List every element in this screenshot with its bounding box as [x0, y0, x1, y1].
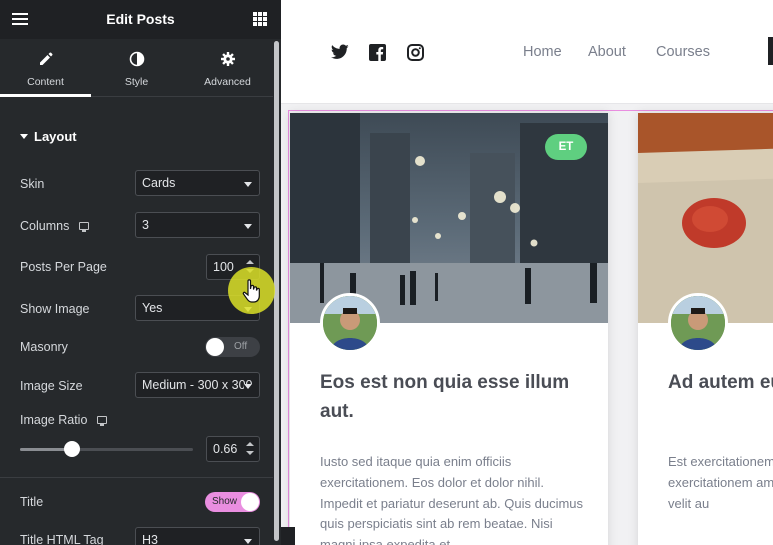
- tab-style[interactable]: Style: [91, 39, 182, 96]
- post-title[interactable]: Eos est non quia esse illum aut.: [320, 368, 590, 426]
- title-html-tag-value: H3: [142, 533, 158, 545]
- apps-grid-icon[interactable]: [253, 12, 267, 26]
- chevron-down-icon: [244, 182, 252, 187]
- divider: [0, 477, 273, 478]
- instagram-icon[interactable]: [407, 44, 424, 61]
- title-toggle-state: Show: [212, 496, 238, 507]
- masonry-toggle-state: Off: [234, 341, 248, 352]
- category-badge[interactable]: ET: [545, 134, 587, 160]
- layout-section-toggle[interactable]: Layout: [20, 129, 77, 144]
- skin-select[interactable]: Cards: [135, 170, 260, 196]
- toggle-knob: [206, 338, 224, 356]
- tab-style-label: Style: [124, 76, 149, 88]
- chevron-down-icon: [244, 224, 252, 229]
- desktop-monitor-icon[interactable]: [79, 222, 90, 232]
- hand-pointer-icon: [242, 279, 260, 303]
- desktop-monitor-icon[interactable]: [97, 416, 108, 426]
- post-title[interactable]: Ad autem eum pariatur.: [668, 368, 773, 397]
- post-thumbnail[interactable]: ET: [290, 113, 608, 323]
- panel-title: Edit Posts: [106, 11, 175, 27]
- columns-label-row: Columns: [20, 219, 90, 233]
- caret-down-icon: [20, 134, 28, 139]
- number-spinner-icon[interactable]: [245, 440, 255, 458]
- image-ratio-value: 0.66: [213, 442, 238, 456]
- post-card[interactable]: Ad autem eum pariatur. Est exercitatione…: [638, 113, 773, 545]
- chevron-down-icon: [244, 539, 252, 544]
- panel-collapse-handle[interactable]: [281, 527, 295, 545]
- sidebar-header: Edit Posts: [0, 0, 281, 39]
- pencil-icon: [0, 51, 91, 69]
- toggle-knob: [241, 493, 259, 511]
- title-toggle[interactable]: Show: [205, 492, 260, 512]
- site-header: Home About Courses: [281, 0, 773, 104]
- nav-about[interactable]: About: [588, 44, 626, 60]
- image-ratio-slider[interactable]: [20, 441, 193, 457]
- nav-home[interactable]: Home: [523, 44, 562, 60]
- columns-label: Columns: [20, 219, 70, 233]
- tab-content[interactable]: Content: [0, 39, 91, 97]
- skin-value: Cards: [142, 176, 176, 190]
- author-avatar[interactable]: [668, 293, 728, 353]
- panel-tabs: Content Style Advanced: [0, 39, 273, 97]
- post-thumbnail[interactable]: [638, 113, 773, 323]
- gear-icon: [182, 51, 273, 69]
- twitter-icon[interactable]: [330, 44, 349, 61]
- posts-per-page-label: Posts Per Page: [20, 260, 107, 274]
- image-size-value: Medium - 300 x 300: [142, 378, 253, 392]
- title-label: Title: [20, 495, 44, 509]
- title-html-tag-label: Title HTML Tag: [20, 533, 104, 545]
- author-avatar[interactable]: [320, 293, 380, 353]
- post-excerpt: Est exercitationem dolor aperiam sed exe…: [668, 454, 773, 511]
- header-button[interactable]: [768, 37, 773, 65]
- tab-advanced[interactable]: Advanced: [182, 39, 273, 96]
- image-ratio-label-row: Image Ratio: [20, 413, 108, 427]
- facebook-icon[interactable]: [369, 44, 386, 61]
- image-size-label: Image Size: [20, 379, 83, 393]
- masonry-label: Masonry: [20, 340, 68, 354]
- show-image-value: Yes: [142, 301, 163, 315]
- nav-courses[interactable]: Courses: [656, 44, 710, 60]
- image-size-select[interactable]: Medium - 300 x 300: [135, 372, 260, 398]
- post-excerpt: Iusto sed itaque quia enim officiis exer…: [320, 454, 584, 545]
- image-ratio-label: Image Ratio: [20, 413, 88, 427]
- skin-label: Skin: [20, 177, 45, 191]
- columns-value: 3: [142, 218, 149, 232]
- layout-section-title: Layout: [34, 129, 77, 144]
- show-image-label: Show Image: [20, 302, 90, 316]
- tab-advanced-label: Advanced: [204, 76, 251, 88]
- post-card[interactable]: ET Eos est non quia esse illum aut. Iust…: [290, 113, 608, 545]
- editor-sidebar: Edit Posts Content Style Advanced Layout: [0, 0, 281, 545]
- image-ratio-input[interactable]: 0.66: [206, 436, 260, 462]
- columns-select[interactable]: 3: [135, 212, 260, 238]
- tab-content-label: Content: [27, 76, 64, 88]
- cursor-highlight: [228, 267, 275, 314]
- title-html-tag-select[interactable]: H3: [135, 527, 260, 545]
- page-preview: Home About Courses ET Eos est non quia e…: [281, 0, 773, 545]
- slider-handle[interactable]: [63, 441, 80, 457]
- chevron-down-icon: [244, 384, 252, 389]
- half-circle-icon: [91, 51, 182, 69]
- masonry-toggle[interactable]: Off: [205, 337, 260, 357]
